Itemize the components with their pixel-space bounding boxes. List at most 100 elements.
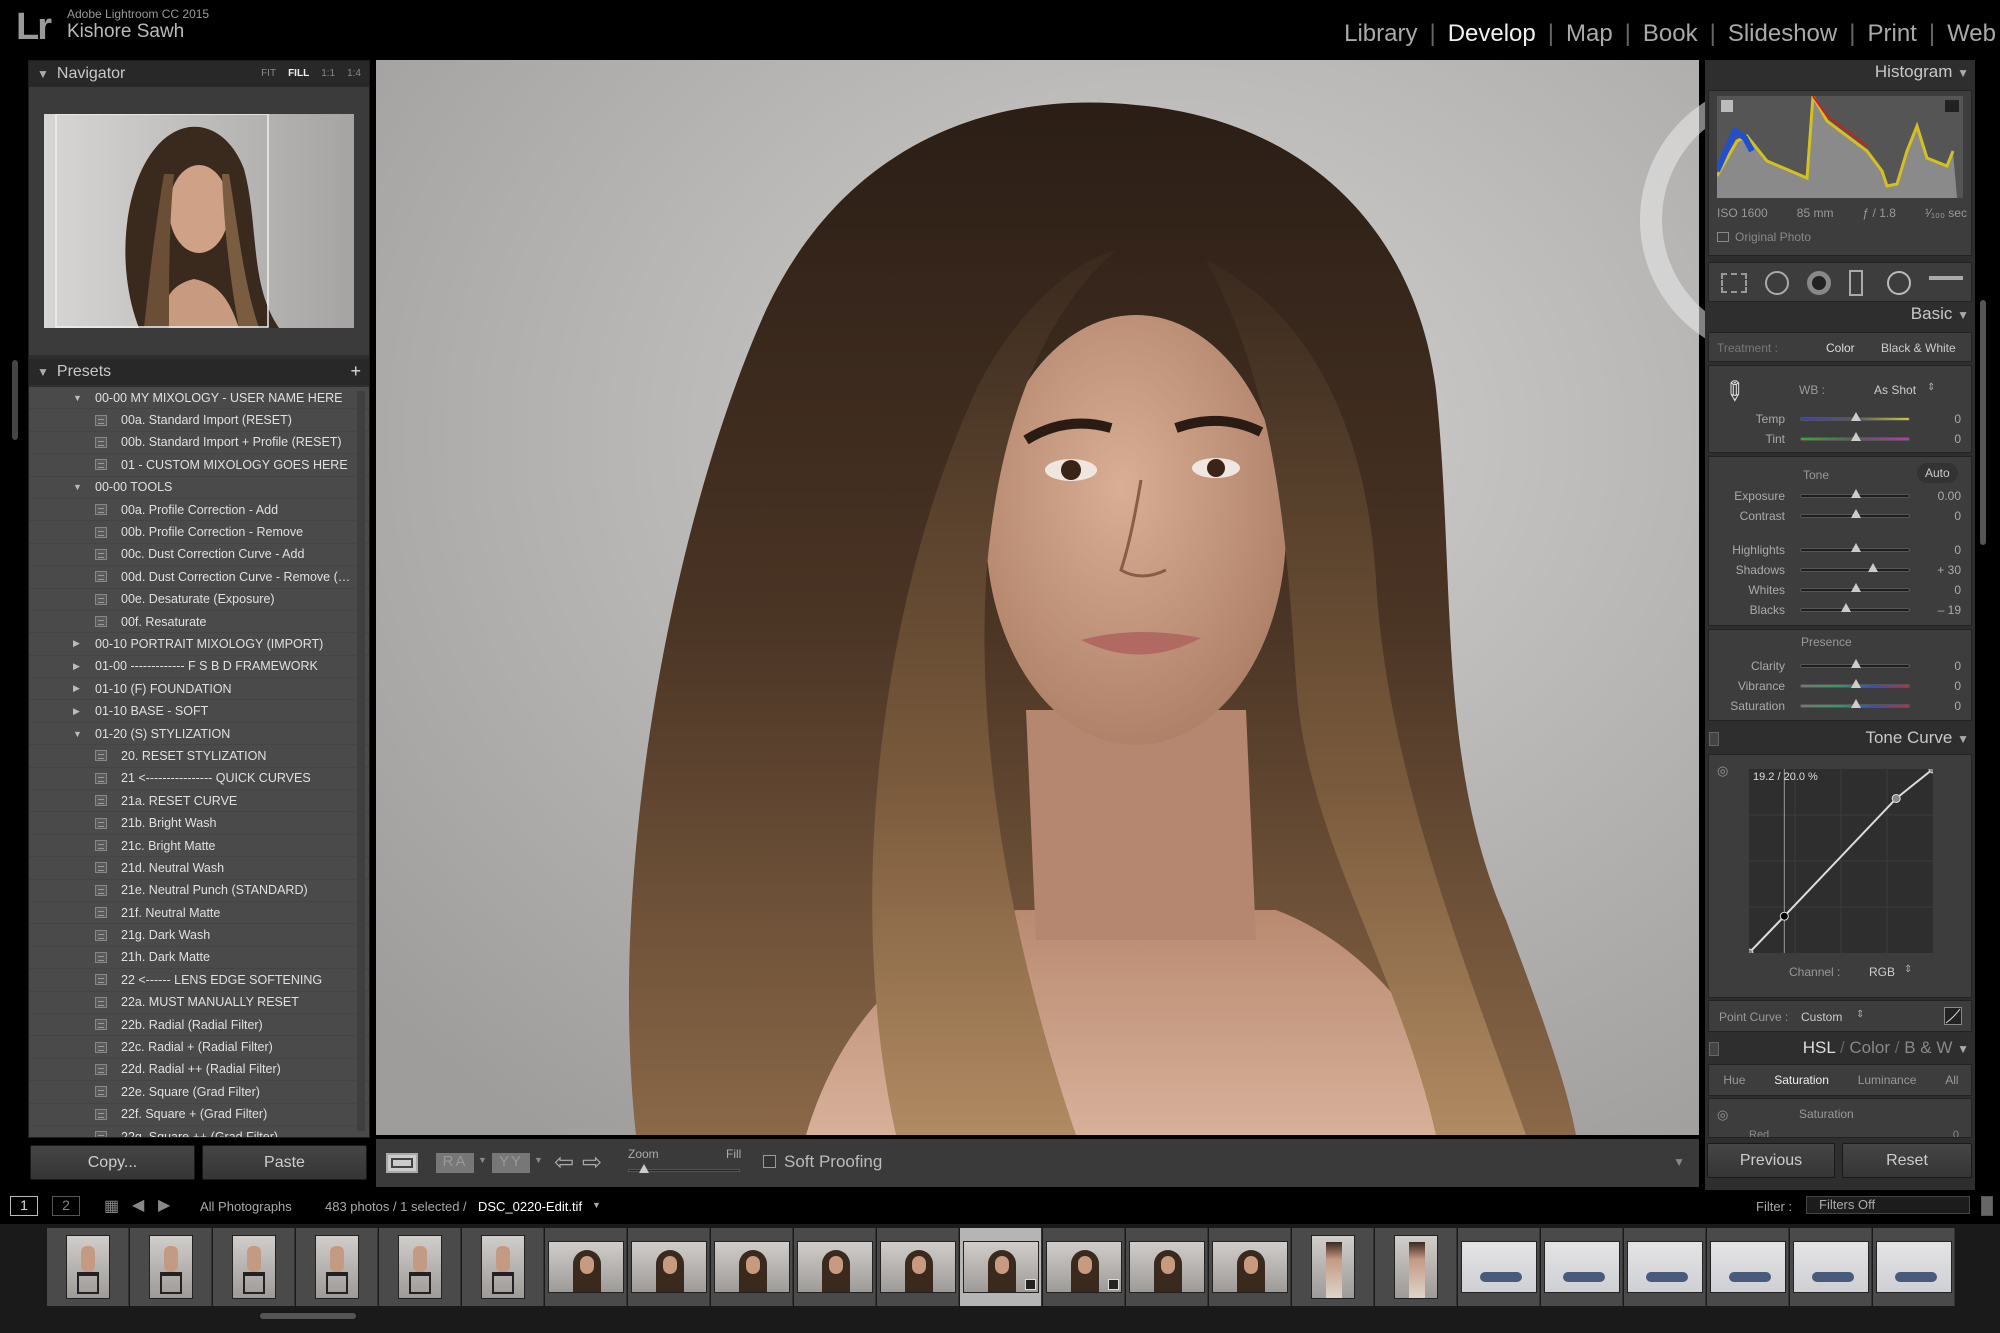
preset-item[interactable]: 00d. Dust Correction Curve - Remove (… xyxy=(29,566,369,589)
preset-folder[interactable]: ▼ 00-00 MY MIXOLOGY - USER NAME HERE xyxy=(29,387,369,410)
filmstrip-thumbnail[interactable] xyxy=(628,1228,710,1306)
filmstrip-thumbnail[interactable] xyxy=(130,1228,212,1306)
point-curve-dropdown[interactable]: Custom xyxy=(1801,1010,1842,1024)
arrow-left-icon[interactable]: ⇦ xyxy=(554,1148,574,1177)
panel-toggle-switch[interactable] xyxy=(1709,1042,1719,1056)
filmstrip-thumbnail[interactable] xyxy=(1873,1228,1955,1306)
module-develop[interactable]: Develop xyxy=(1448,20,1536,48)
module-map[interactable]: Map xyxy=(1566,20,1613,48)
filmstrip-thumbnail[interactable] xyxy=(711,1228,793,1306)
slider-thumb[interactable] xyxy=(1851,583,1861,592)
disclosure-closed-icon[interactable]: ▶ xyxy=(73,661,87,672)
blacks-slider[interactable] xyxy=(1800,603,1910,612)
slider-thumb[interactable] xyxy=(1851,412,1861,421)
slider-value[interactable]: 0 xyxy=(1954,432,1961,446)
zoom-1-4[interactable]: 1:4 xyxy=(347,68,361,79)
preset-item[interactable]: 22e. Square (Grad Filter) xyxy=(29,1081,369,1104)
clarity-slider[interactable] xyxy=(1800,659,1910,668)
slider-thumb[interactable] xyxy=(1851,543,1861,552)
filmstrip-thumbnail[interactable] xyxy=(1126,1228,1208,1306)
slider-thumb[interactable] xyxy=(1851,679,1861,688)
targeted-adjustment-icon[interactable]: ◎ xyxy=(1717,763,1728,779)
previous-button[interactable]: Previous xyxy=(1707,1143,1835,1178)
preset-item[interactable]: 00b. Standard Import + Profile (RESET) xyxy=(29,432,369,455)
filmstrip-thumbnail[interactable] xyxy=(296,1228,378,1306)
whites-slider[interactable] xyxy=(1800,583,1910,592)
hsl-tab-saturation[interactable]: Saturation xyxy=(1774,1073,1829,1087)
temp-slider[interactable] xyxy=(1800,412,1910,421)
slider-value[interactable]: 0.00 xyxy=(1938,489,1961,503)
filmstrip-thumbnail[interactable] xyxy=(213,1228,295,1306)
preset-item[interactable]: 22c. Radial + (Radial Filter) xyxy=(29,1036,369,1059)
preset-item[interactable]: 21d. Neutral Wash xyxy=(29,857,369,880)
point-curve-edit-icon[interactable] xyxy=(1944,1007,1962,1025)
zoom-1-1[interactable]: 1:1 xyxy=(321,68,335,79)
presets-scrollbar[interactable] xyxy=(357,391,365,1131)
slider-thumb[interactable] xyxy=(1851,659,1861,668)
preset-item[interactable]: 21f. Neutral Matte xyxy=(29,902,369,925)
filmstrip-thumbnail[interactable] xyxy=(1541,1228,1623,1306)
preset-item[interactable]: 21 <---------------- QUICK CURVES xyxy=(29,768,369,791)
preset-item[interactable]: 21b. Bright Wash xyxy=(29,812,369,835)
zoom-fit[interactable]: FIT xyxy=(261,68,276,79)
grid-view-icon[interactable]: ▦ xyxy=(104,1196,119,1216)
preset-item[interactable]: 20. RESET STYLIZATION xyxy=(29,745,369,768)
filmstrip-scrollbar[interactable] xyxy=(260,1313,356,1319)
arrow-right-icon[interactable]: ⇨ xyxy=(582,1148,602,1177)
collapse-triangle-icon[interactable]: ▼ xyxy=(1957,732,1969,746)
forward-arrow-icon[interactable]: ▶ xyxy=(158,1195,170,1215)
filmstrip-thumbnail[interactable] xyxy=(379,1228,461,1306)
filmstrip-thumbnail[interactable] xyxy=(1458,1228,1540,1306)
slider-thumb[interactable] xyxy=(1851,432,1861,441)
filmstrip-thumbnail[interactable] xyxy=(1790,1228,1872,1306)
presets-header[interactable]: ▼ Presets + xyxy=(29,359,369,385)
preset-folder[interactable]: ▼ 01-20 (S) STYLIZATION xyxy=(29,723,369,746)
collapse-triangle-icon[interactable]: ▼ xyxy=(37,67,49,81)
navigator-header[interactable]: ▼ Navigator FIT FILL 1:1 1:4 xyxy=(29,61,369,87)
disclosure-closed-icon[interactable]: ▶ xyxy=(73,683,87,694)
slider-value[interactable]: 0 xyxy=(1954,583,1961,597)
shadows-slider[interactable] xyxy=(1800,563,1910,572)
contrast-slider[interactable] xyxy=(1800,509,1910,518)
targeted-adjustment-icon[interactable]: ◎ xyxy=(1717,1107,1728,1123)
slider-thumb[interactable] xyxy=(1851,489,1861,498)
copy-button[interactable]: Copy... xyxy=(30,1145,195,1180)
module-slideshow[interactable]: Slideshow xyxy=(1728,20,1837,48)
slider-value[interactable]: 0 xyxy=(1954,412,1961,426)
filmstrip-thumbnail[interactable] xyxy=(1209,1228,1291,1306)
filmstrip-thumbnail[interactable] xyxy=(462,1228,544,1306)
slider-value[interactable]: 0 xyxy=(1954,543,1961,557)
preset-folder[interactable]: ▶ 01-10 (F) FOUNDATION xyxy=(29,678,369,701)
preset-item[interactable]: 21a. RESET CURVE xyxy=(29,790,369,813)
filmstrip-thumbnail[interactable] xyxy=(960,1228,1042,1306)
filmstrip-thumbnail[interactable] xyxy=(1707,1228,1789,1306)
filmstrip-thumbnail[interactable] xyxy=(47,1228,129,1306)
filmstrip-thumbnail[interactable] xyxy=(545,1228,627,1306)
slider-thumb[interactable] xyxy=(1851,509,1861,518)
disclosure-closed-icon[interactable]: ▶ xyxy=(73,638,87,649)
slider-thumb[interactable] xyxy=(1851,699,1861,708)
preset-item[interactable]: 21g. Dark Wash xyxy=(29,924,369,947)
dropdown-arrow-icon[interactable]: ▼ xyxy=(478,1155,487,1165)
preset-item[interactable]: 00a. Standard Import (RESET) xyxy=(29,409,369,432)
slider-value[interactable]: – 19 xyxy=(1938,603,1961,617)
preset-folder[interactable]: ▼ 00-00 TOOLS xyxy=(29,477,369,499)
slider-value[interactable]: 0 xyxy=(1954,509,1961,523)
hsl-tab-hue[interactable]: Hue xyxy=(1723,1073,1745,1087)
tone-curve-graph[interactable] xyxy=(1749,769,1933,953)
hsl-header[interactable]: HSL / Color / B & W ▼ xyxy=(1803,1038,1969,1058)
zoom-fill[interactable]: FILL xyxy=(288,68,309,79)
disclosure-closed-icon[interactable]: ▶ xyxy=(73,706,87,717)
right-panel-scrollbar[interactable] xyxy=(1980,300,1986,545)
preset-item[interactable]: 22f. Square + (Grad Filter) xyxy=(29,1104,369,1126)
color-title[interactable]: Color xyxy=(1849,1038,1890,1057)
navigator-preview[interactable] xyxy=(29,87,369,355)
hsl-tab-all[interactable]: All xyxy=(1945,1073,1958,1087)
channel-dropdown[interactable]: RGB xyxy=(1869,965,1895,979)
before-after-split-button[interactable]: YY xyxy=(492,1153,530,1173)
photo-canvas[interactable] xyxy=(376,60,1699,1135)
preset-folder[interactable]: ▶ 00-10 PORTRAIT MIXOLOGY (IMPORT) xyxy=(29,633,369,656)
secondary-window-button[interactable]: 2 xyxy=(52,1196,80,1216)
tint-slider[interactable] xyxy=(1800,432,1910,441)
filmstrip-thumbnail[interactable] xyxy=(794,1228,876,1306)
